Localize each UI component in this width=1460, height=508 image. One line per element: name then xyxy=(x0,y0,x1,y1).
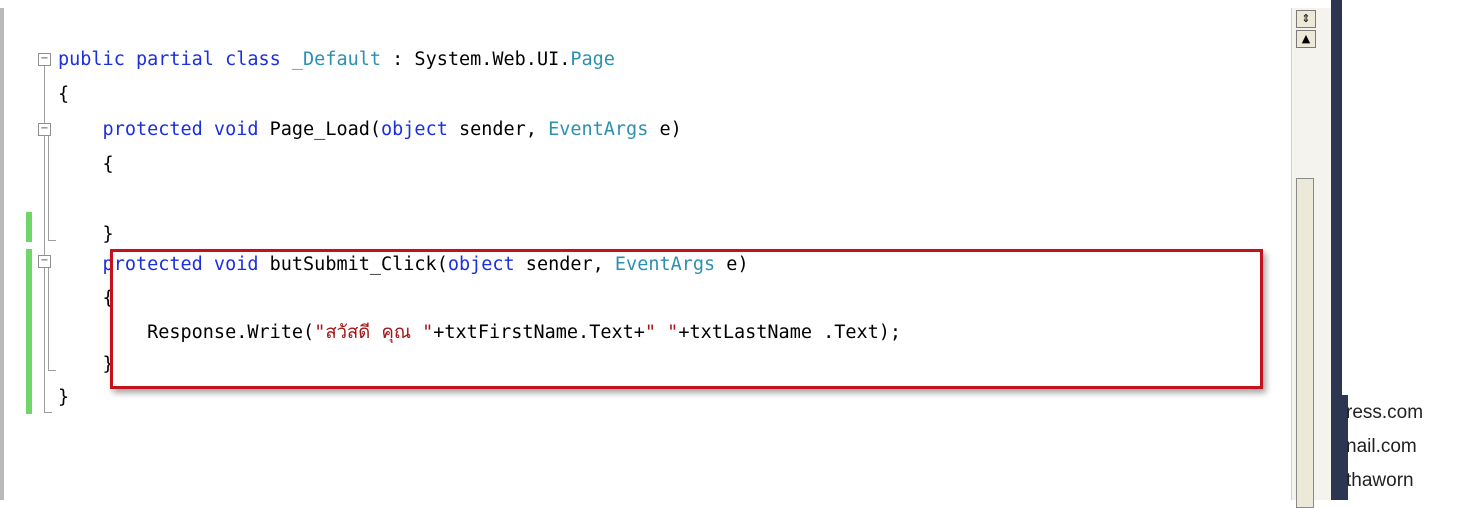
scroll-track[interactable] xyxy=(1292,48,1332,508)
code-token: object xyxy=(381,119,448,140)
fold-guide-end xyxy=(48,240,56,241)
code-token: public partial class xyxy=(58,49,292,70)
code-token: protected void xyxy=(58,119,270,140)
change-indicator-bar xyxy=(26,212,32,242)
code-token: { xyxy=(58,154,114,175)
collapse-region-icon[interactable]: − xyxy=(38,53,51,66)
code-token: sender, xyxy=(447,119,549,140)
editor-left-edge xyxy=(0,8,4,500)
code-token: } xyxy=(58,354,114,375)
change-indicator-bar xyxy=(26,249,32,414)
fold-guide-end xyxy=(44,412,52,413)
code-line[interactable]: { xyxy=(58,284,114,314)
code-token: Page xyxy=(570,49,615,70)
background-text: nail.com xyxy=(1346,436,1417,457)
scroll-up-button[interactable]: ▲ xyxy=(1296,30,1316,48)
code-token: e) xyxy=(648,119,682,140)
code-line[interactable]: { xyxy=(58,80,69,110)
fold-guide-line xyxy=(48,268,49,370)
code-line[interactable]: } xyxy=(58,220,114,250)
highlight-annotation-box xyxy=(110,249,1263,389)
fold-guide-line xyxy=(48,136,49,240)
code-line[interactable]: } xyxy=(58,383,69,413)
code-line[interactable]: { xyxy=(58,150,114,180)
code-token: EventArgs xyxy=(548,119,649,140)
code-token: : System.Web.UI. xyxy=(381,49,571,70)
scroll-thumb[interactable] xyxy=(1296,178,1314,508)
code-token: Page_Load( xyxy=(269,119,382,140)
fold-guide-line xyxy=(44,66,45,412)
background-text: thaworn xyxy=(1346,470,1414,491)
code-token: } xyxy=(58,387,70,408)
code-editor[interactable]: − − − public partial class _Default : Sy… xyxy=(0,0,1290,500)
code-line[interactable]: protected void Page_Load(object sender, … xyxy=(58,115,682,145)
fold-guide-end xyxy=(48,370,56,371)
code-token: { xyxy=(58,288,114,309)
background-text: ress.com xyxy=(1346,402,1424,423)
code-line[interactable]: public partial class _Default : System.W… xyxy=(58,45,615,75)
collapse-region-icon[interactable]: − xyxy=(38,123,51,136)
split-window-icon[interactable]: ⇕ xyxy=(1296,10,1316,28)
vertical-scrollbar[interactable]: ⇕ ▲ xyxy=(1291,8,1332,508)
code-token: _Default xyxy=(291,49,382,70)
code-token: { xyxy=(58,84,70,105)
code-token: } xyxy=(58,224,114,245)
code-line[interactable]: } xyxy=(58,350,114,380)
collapse-region-icon[interactable]: − xyxy=(38,255,51,268)
